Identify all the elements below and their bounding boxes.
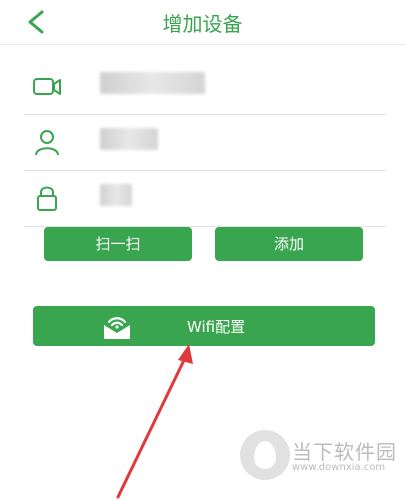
device-id-value-blurred[interactable] — [100, 72, 205, 94]
watermark-name: 当下软件园 — [292, 440, 397, 464]
password-row[interactable] — [24, 170, 386, 227]
username-value-blurred[interactable] — [100, 128, 158, 150]
scan-button[interactable]: 扫一扫 — [44, 227, 192, 261]
user-icon — [35, 130, 59, 156]
header-bar: 增加设备 — [0, 0, 405, 45]
lock-icon — [37, 186, 57, 211]
add-button[interactable]: 添加 — [215, 227, 363, 261]
device-id-row[interactable] — [24, 58, 386, 115]
camera-icon — [33, 78, 61, 95]
page-title: 增加设备 — [162, 12, 243, 36]
wifi-envelope-icon — [104, 317, 130, 339]
watermark-logo-drop — [254, 441, 276, 469]
username-row[interactable] — [24, 114, 386, 171]
wifi-config-label: Wifi配置 — [187, 318, 246, 336]
wifi-config-button[interactable]: Wifi配置 — [33, 306, 375, 346]
watermark-url: www.downxia.com — [292, 462, 386, 473]
password-value-blurred[interactable] — [100, 184, 132, 206]
